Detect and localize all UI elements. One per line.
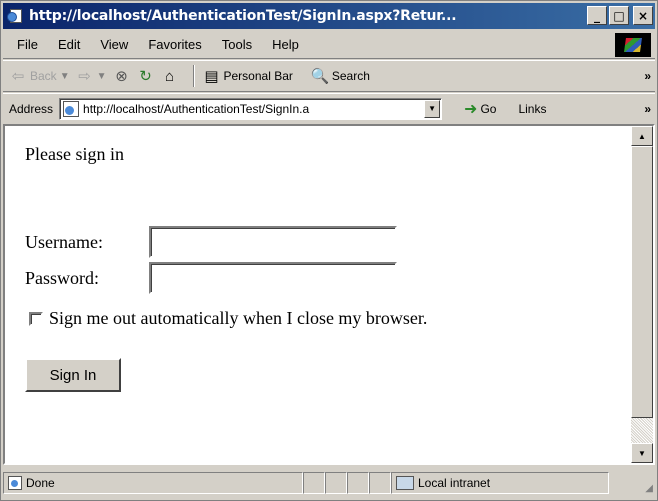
stop-button[interactable]: ⊗ — [113, 67, 131, 85]
menu-tools[interactable]: Tools — [212, 37, 262, 52]
zone-label: Local intranet — [418, 476, 491, 490]
address-dropdown-icon[interactable]: ▼ — [424, 99, 441, 118]
status-pane-2 — [325, 472, 347, 494]
menu-help[interactable]: Help — [262, 37, 309, 52]
username-label: Username: — [25, 231, 103, 252]
content-area: Please sign in Username: Password: Sign … — [3, 124, 655, 465]
status-pane-1 — [303, 472, 325, 494]
menu-view[interactable]: View — [90, 37, 138, 52]
go-label: Go — [480, 101, 497, 116]
go-arrow-icon: ➜ — [464, 100, 478, 118]
window-controls: _ □ × — [587, 6, 653, 25]
address-label: Address — [9, 101, 54, 116]
back-button[interactable]: ⇦ Back ▼ — [9, 67, 70, 85]
status-text: Done — [26, 476, 55, 490]
menu-bar: File Edit View Favorites Tools Help — [3, 31, 655, 59]
menu-favorites[interactable]: Favorites — [138, 37, 211, 52]
sign-out-checkbox[interactable] — [29, 311, 43, 326]
remember-row: Sign me out automatically when I close m… — [29, 308, 427, 329]
window-title: http://localhost/AuthenticationTest/Sign… — [29, 8, 457, 24]
personal-bar-button[interactable]: ▤ Personal Bar — [203, 67, 293, 85]
forward-button[interactable]: ⇨ ▼ — [76, 67, 107, 85]
status-pane-3 — [347, 472, 369, 494]
search-button[interactable]: 🔍 Search — [311, 67, 370, 85]
address-input[interactable]: http://localhost/AuthenticationTest/Sign… — [59, 97, 443, 120]
sign-in-button[interactable]: Sign In — [25, 358, 121, 392]
sign-out-label: Sign me out automatically when I close m… — [49, 308, 428, 328]
username-row: Username: — [25, 226, 397, 258]
scroll-up-icon[interactable]: ▲ — [631, 126, 653, 146]
ie-page-icon — [7, 8, 25, 24]
back-arrow-icon: ⇦ — [11, 68, 25, 85]
forward-arrow-icon: ⇨ — [78, 68, 91, 85]
windows-logo-throbber — [615, 33, 651, 57]
personal-bar-label: Personal Bar — [223, 69, 293, 83]
toolbar-separator — [192, 65, 195, 87]
maximize-button[interactable]: □ — [609, 6, 629, 25]
home-button[interactable]: ⌂ — [161, 67, 179, 85]
page-prompt: Please sign in — [25, 144, 124, 164]
resize-grip-icon[interactable]: ◢ — [645, 483, 653, 494]
close-button[interactable]: × — [633, 6, 653, 25]
scroll-down-icon[interactable]: ▼ — [631, 443, 653, 463]
title-bar: http://localhost/AuthenticationTest/Sign… — [3, 3, 655, 29]
stop-icon: ⊗ — [115, 68, 128, 85]
web-page: Please sign in Username: Password: Sign … — [5, 126, 631, 463]
password-label: Password: — [25, 267, 100, 288]
menu-file[interactable]: File — [3, 37, 48, 52]
toolbar-more-chevron-icon[interactable]: » — [644, 69, 651, 83]
refresh-button[interactable]: ↻ — [137, 67, 155, 85]
minimize-button[interactable]: _ — [587, 6, 607, 25]
username-input[interactable] — [149, 226, 397, 258]
intranet-zone-icon — [396, 476, 414, 490]
menu-edit[interactable]: Edit — [48, 37, 90, 52]
address-bar: Address http://localhost/AuthenticationT… — [3, 93, 655, 123]
address-url[interactable]: http://localhost/AuthenticationTest/Sign… — [83, 102, 419, 116]
page-status-icon — [8, 476, 22, 490]
scroll-thumb[interactable] — [631, 146, 653, 418]
forward-dropdown-icon[interactable]: ▼ — [97, 71, 107, 82]
browser-window: http://localhost/AuthenticationTest/Sign… — [0, 0, 658, 501]
status-pane-4 — [369, 472, 391, 494]
page-icon — [63, 100, 80, 117]
refresh-icon: ↻ — [139, 68, 152, 85]
home-icon: ⌂ — [164, 67, 175, 85]
search-label: Search — [331, 69, 370, 83]
back-dropdown-icon[interactable]: ▼ — [60, 71, 70, 82]
back-label: Back — [30, 69, 57, 83]
links-button[interactable]: Links — [518, 102, 546, 116]
status-main: Done — [3, 472, 303, 494]
search-icon: 🔍 — [310, 68, 330, 85]
password-input[interactable] — [149, 262, 397, 294]
go-button[interactable]: ➜ Go — [464, 99, 496, 119]
status-bar: Done Local intranet ◢ — [3, 469, 655, 497]
password-row: Password: — [25, 262, 397, 294]
personal-bar-icon: ▤ — [204, 68, 219, 85]
security-zone: Local intranet — [391, 472, 609, 494]
standard-toolbar: ⇦ Back ▼ ⇨ ▼ ⊗ ↻ ⌂ ▤ Personal Bar 🔍 Sear… — [3, 60, 655, 92]
vertical-scrollbar[interactable]: ▲ ▼ — [631, 126, 653, 463]
links-more-chevron-icon[interactable]: » — [644, 102, 651, 116]
